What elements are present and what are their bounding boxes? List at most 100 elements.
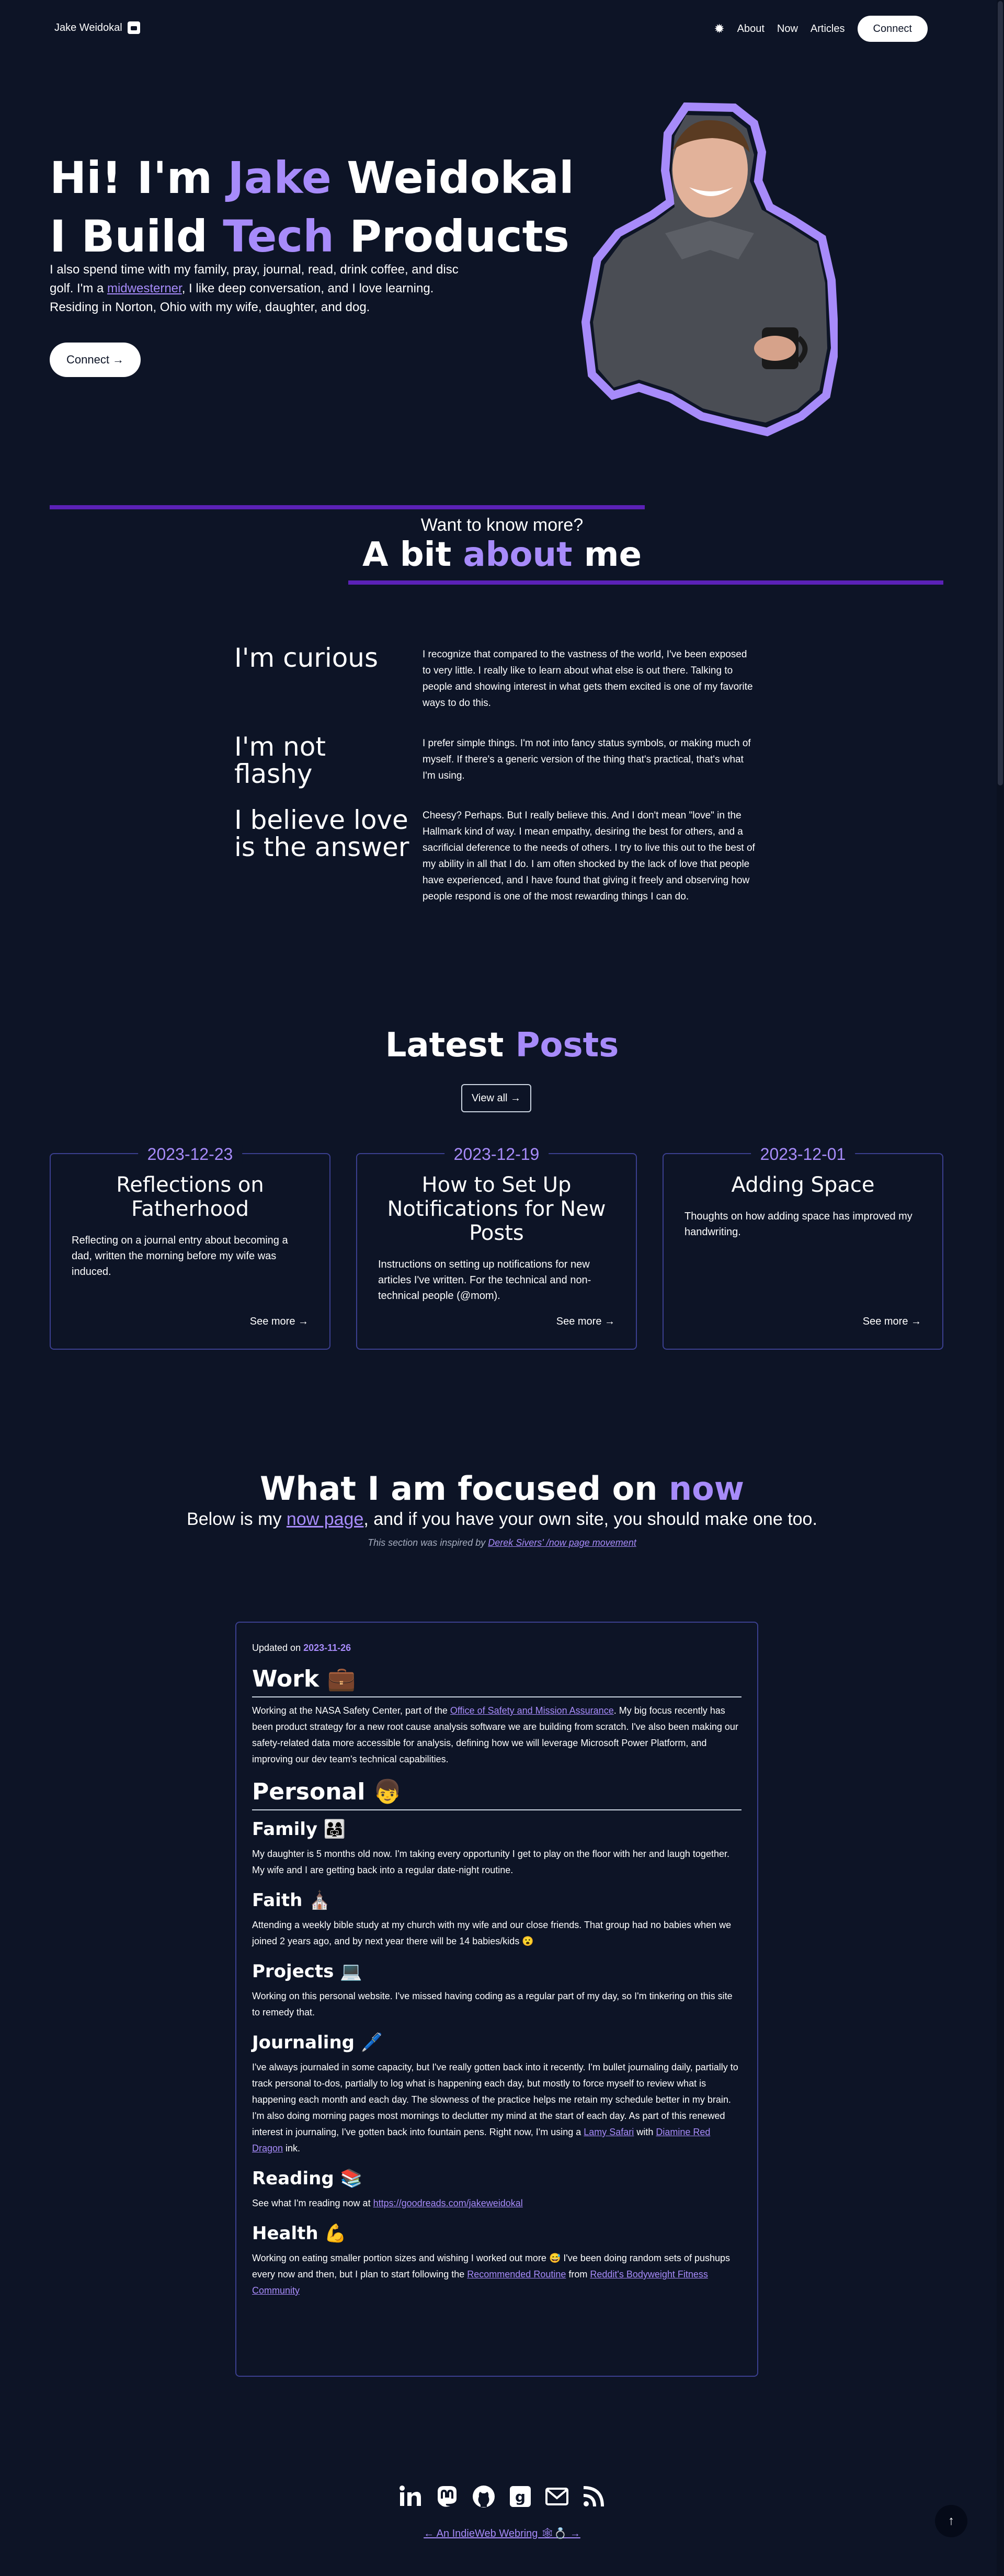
about-title-post: me (572, 535, 642, 574)
journaling-text-pre: I've always journaled in some capacity, … (252, 2062, 738, 2137)
hero-intro: I also spend time with my family, pray, … (50, 260, 484, 317)
now-page-link[interactable]: now page (287, 1509, 363, 1529)
post-date: 2023-12-23 (138, 1145, 243, 1164)
nav-connect-button[interactable]: Connect (857, 16, 928, 42)
about-title-accent: about (463, 535, 573, 574)
midwesterner-link[interactable]: midwesterner (107, 281, 182, 295)
reading-text-pre: See what I'm reading now at (252, 2198, 373, 2208)
post-card[interactable]: 2023-12-23 Reflections on Fatherhood Ref… (50, 1145, 330, 1350)
lamy-safari-link[interactable]: Lamy Safari (584, 2127, 634, 2137)
post-card[interactable]: 2023-12-19 How to Set Up Notifications f… (356, 1145, 637, 1350)
osma-link[interactable]: Office of Safety and Mission Assurance (450, 1705, 614, 1716)
goodreads-link[interactable]: https://goodreads.com/jakeweidokal (373, 2198, 523, 2208)
health-text-mid: from (566, 2269, 590, 2279)
family-heading: Family 👨‍👩‍👧 (252, 1819, 346, 1840)
trait-text: I prefer simple things. I'm not into fan… (423, 738, 751, 781)
see-more-link[interactable]: See more → (863, 1316, 921, 1328)
post-description: Reflecting on a journal entry about beco… (72, 1235, 288, 1278)
now-content-box: Updated on 2023-11-26 Work 💼 Working at … (235, 1622, 758, 2377)
updated-label: Updated on (252, 1643, 304, 1653)
now-title-pre: What I am focused on (260, 1469, 669, 1508)
now-inspiration-note: This section was inspired by Derek Siver… (0, 1537, 1004, 1548)
see-more-link[interactable]: See more → (250, 1316, 309, 1328)
personal-heading: Personal 👦 (252, 1778, 741, 1810)
work-text-pre: Working at the NASA Safety Center, part … (252, 1705, 450, 1716)
trait-text: I recognize that compared to the vastnes… (423, 649, 753, 709)
post-card[interactable]: 2023-12-01 Adding Space Thoughts on how … (663, 1145, 943, 1350)
faith-text: Attending a weekly bible study at my chu… (252, 1920, 732, 1946)
post-description: Instructions on setting up notifications… (378, 1259, 591, 1302)
about-divider-top (50, 505, 645, 509)
health-heading: Health 💪 (252, 2223, 347, 2244)
nav-now-link[interactable]: Now (777, 23, 798, 35)
about-divider-bottom (348, 580, 943, 585)
linkedin-icon[interactable] (398, 2484, 423, 2509)
derek-sivers-link[interactable]: Derek Sivers' /now page movement (488, 1537, 636, 1548)
posts-title-pre: Latest (385, 1026, 516, 1065)
hero-line1-accent: Jake (227, 152, 332, 203)
portrait-image (581, 102, 838, 437)
now-title-accent: now (668, 1469, 744, 1508)
trait-title: I believe love is the answer (234, 805, 409, 862)
brand[interactable]: Jake Weidokal (54, 21, 140, 34)
hero-line2-pre: I Build (50, 211, 223, 262)
updated-value: 2023-11-26 (303, 1643, 351, 1653)
top-nav: Jake Weidokal ✹ About Now Articles Conne… (0, 16, 1004, 42)
svg-text:g: g (515, 2488, 526, 2505)
now-sub-pre: Below is my (187, 1509, 287, 1529)
family-text: My daughter is 5 months old now. I'm tak… (252, 1849, 729, 1875)
posts-title-accent: Posts (515, 1026, 619, 1065)
recommended-routine-link[interactable]: Recommended Routine (467, 2269, 566, 2279)
post-description: Thoughts on how adding space has improve… (684, 1211, 912, 1238)
hero-connect-button[interactable]: Connect → (50, 343, 141, 377)
posts-title: Latest Posts (0, 1026, 1004, 1065)
about-kicker: Want to know more? (420, 515, 584, 535)
goodreads-icon[interactable]: g (508, 2484, 533, 2509)
nav-about-link[interactable]: About (737, 23, 765, 35)
hero-line2-post: Products (334, 211, 569, 262)
about-title-pre: A bit (362, 535, 463, 574)
work-text: Working at the NASA Safety Center, part … (252, 1703, 741, 1768)
post-title[interactable]: How to Set Up Notifications for New Post… (357, 1173, 636, 1245)
reading-text: See what I'm reading now at https://good… (252, 2195, 741, 2212)
calendar-icon (127, 21, 140, 34)
scrollbar[interactable] (997, 0, 1004, 2576)
post-date: 2023-12-19 (444, 1145, 549, 1164)
email-icon[interactable] (544, 2484, 569, 2509)
faith-heading: Faith ⛪ (252, 1890, 331, 1911)
post-date: 2023-12-01 (750, 1145, 855, 1164)
theme-toggle-sun-icon[interactable]: ✹ (714, 21, 725, 37)
journaling-text-mid: with (634, 2127, 656, 2137)
see-more-link[interactable]: See more → (556, 1316, 615, 1328)
scrollbar-thumb[interactable] (998, 1, 1003, 785)
now-note-pre: This section was inspired by (368, 1537, 488, 1548)
brand-name[interactable]: Jake Weidokal (54, 22, 122, 34)
hero-title: Hi! I'm Jake Weidokal I Build Tech Produ… (50, 149, 574, 266)
now-subtitle: Below is my now page, and if you have yo… (0, 1509, 1004, 1530)
trait-text: Cheesy? Perhaps. But I really believe th… (423, 810, 755, 902)
trait-title: I'm curious (234, 643, 379, 673)
webring: ← An IndieWeb Webring 🕸💍 → (0, 2527, 1004, 2540)
view-all-button[interactable]: View all → (461, 1084, 531, 1112)
work-heading: Work 💼 (252, 1665, 741, 1697)
back-to-top-button[interactable]: ↑ (935, 2505, 967, 2537)
social-links: g (0, 2484, 1004, 2509)
hero-line2-accent: Tech (223, 211, 335, 262)
rss-icon[interactable] (581, 2484, 606, 2509)
now-sub-post: , and if you have your own site, you sho… (363, 1509, 817, 1529)
health-text: Working on eating smaller portion sizes … (252, 2250, 741, 2299)
indieweb-webring-link[interactable]: ← An IndieWeb Webring 🕸💍 → (424, 2528, 580, 2539)
trait-title: I'm not flashy (234, 732, 326, 789)
hero-line1-pre: Hi! I'm (50, 152, 228, 203)
nav-links: ✹ About Now Articles Connect (714, 16, 928, 42)
nav-articles-link[interactable]: Articles (811, 23, 845, 35)
post-title[interactable]: Reflections on Fatherhood (51, 1173, 329, 1221)
projects-text: Working on this personal website. I've m… (252, 1991, 733, 2018)
reading-heading: Reading 📚 (252, 2168, 362, 2189)
mastodon-icon[interactable] (435, 2484, 460, 2509)
journaling-text-post: ink. (283, 2143, 301, 2153)
updated-date: Updated on 2023-11-26 (252, 1643, 741, 1654)
post-title[interactable]: Adding Space (664, 1173, 942, 1197)
github-icon[interactable] (471, 2484, 496, 2509)
now-title: What I am focused on now (0, 1469, 1004, 1508)
